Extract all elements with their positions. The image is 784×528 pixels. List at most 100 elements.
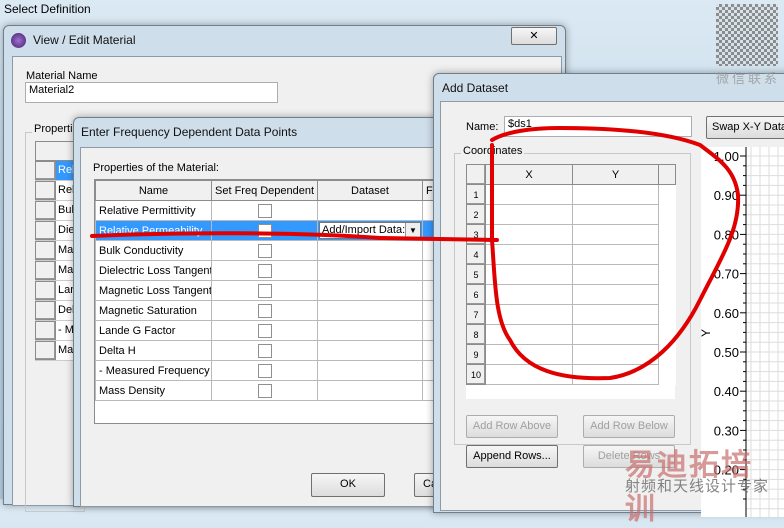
- freq-table-row[interactable]: Bulk Conductivity: [95, 240, 443, 261]
- set-freq-checkbox[interactable]: [257, 243, 272, 258]
- coordinate-row[interactable]: 6: [466, 284, 676, 305]
- y-cell[interactable]: [572, 344, 659, 365]
- set-freq-checkbox[interactable]: [257, 383, 272, 398]
- freq-table-row[interactable]: Mass Density: [95, 380, 443, 401]
- column-header-dataset[interactable]: Dataset: [317, 180, 423, 201]
- coordinate-row[interactable]: 3: [466, 224, 676, 245]
- dataset-dropdown[interactable]: Add/Import Data: ▼: [319, 222, 421, 239]
- coordinate-row[interactable]: 1: [466, 184, 676, 205]
- set-freq-checkbox[interactable]: [257, 203, 272, 218]
- coordinates-grid-frame: X Y 1 2 3 4 5 6 7 8 9 10: [466, 164, 676, 399]
- coordinate-row[interactable]: 8: [466, 324, 676, 345]
- y-cell[interactable]: [572, 204, 659, 225]
- freq-table-row[interactable]: Delta H: [95, 340, 443, 361]
- freq-dialog-panel: Properties of the Material: Name Set Fre…: [80, 147, 454, 507]
- append-rows-button[interactable]: Append Rows...: [466, 445, 558, 468]
- freq-table-row[interactable]: Relative Permittivity: [95, 200, 443, 221]
- dataset-cell: [317, 340, 423, 361]
- set-freq-checkbox[interactable]: ✔: [257, 223, 272, 238]
- y-tick-label: 0.60: [714, 306, 739, 321]
- row-header: [35, 261, 56, 280]
- y-cell[interactable]: [572, 184, 659, 205]
- x-cell[interactable]: [485, 224, 573, 245]
- coordinate-row[interactable]: 10: [466, 364, 676, 385]
- column-header-set-freq[interactable]: Set Freq Dependent: [211, 180, 318, 201]
- set-freq-cell: [211, 200, 318, 221]
- add-row-below-button[interactable]: Add Row Below: [583, 415, 675, 438]
- property-name: Magnetic Loss Tangent: [95, 280, 212, 301]
- y-cell[interactable]: [572, 364, 659, 385]
- y-tick-label: 1.00: [714, 149, 739, 164]
- coordinate-row[interactable]: 4: [466, 244, 676, 265]
- coordinate-row[interactable]: 7: [466, 304, 676, 325]
- y-cell[interactable]: [572, 284, 659, 305]
- x-cell[interactable]: [485, 344, 573, 365]
- freq-table-row[interactable]: Dielectric Loss Tangent: [95, 260, 443, 281]
- set-freq-checkbox[interactable]: [257, 323, 272, 338]
- column-header-extra: [658, 164, 676, 185]
- row-number: 4: [466, 244, 486, 265]
- ok-button[interactable]: OK: [311, 473, 385, 497]
- column-header-y[interactable]: Y: [572, 164, 659, 185]
- property-name: Dielectric Loss Tangent: [95, 260, 212, 281]
- freq-table-row[interactable]: Magnetic Saturation: [95, 300, 443, 321]
- swap-xy-button[interactable]: Swap X-Y Data: [706, 116, 784, 139]
- coordinate-row[interactable]: 5: [466, 264, 676, 285]
- x-cell[interactable]: [485, 264, 573, 285]
- properties-of-material-label: Properties of the Material:: [93, 162, 219, 174]
- set-freq-cell: [211, 380, 318, 401]
- empty-cell: [659, 285, 676, 305]
- row-stub-text: Rel: [58, 184, 75, 196]
- set-freq-checkbox[interactable]: [257, 343, 272, 358]
- x-cell[interactable]: [485, 304, 573, 325]
- freq-table-row[interactable]: Magnetic Loss Tangent: [95, 280, 443, 301]
- column-header-name[interactable]: Name: [95, 180, 212, 201]
- background-window-title: Select Definition: [4, 2, 91, 16]
- coordinate-row[interactable]: 9: [466, 344, 676, 365]
- x-cell[interactable]: [485, 204, 573, 225]
- y-cell[interactable]: [572, 304, 659, 325]
- y-cell[interactable]: [572, 324, 659, 345]
- coordinate-row[interactable]: 2: [466, 204, 676, 225]
- property-name: Relative Permittivity: [95, 200, 212, 221]
- freq-table-row[interactable]: - Measured Frequency: [95, 360, 443, 381]
- material-name-input[interactable]: Material2: [25, 82, 278, 103]
- freq-properties-table: Name Set Freq Dependent Dataset F Relati…: [95, 180, 443, 401]
- row-header: [35, 281, 56, 300]
- row-number: 10: [466, 364, 486, 385]
- row-header: [35, 181, 56, 200]
- row-number: 8: [466, 324, 486, 345]
- freq-table-row[interactable]: Lande G Factor: [95, 320, 443, 341]
- empty-cell: [659, 325, 676, 345]
- row-header: [35, 201, 56, 220]
- x-cell[interactable]: [485, 184, 573, 205]
- add-row-above-button[interactable]: Add Row Above: [466, 415, 558, 438]
- qr-code-watermark: [716, 4, 778, 66]
- empty-cell: [659, 265, 676, 285]
- x-cell[interactable]: [485, 364, 573, 385]
- y-cell[interactable]: [572, 264, 659, 285]
- dataset-cell: [317, 320, 423, 341]
- set-freq-checkbox[interactable]: [257, 283, 272, 298]
- freq-table-row[interactable]: Relative Permeability ✔ Add/Import Data:…: [95, 220, 443, 241]
- x-cell[interactable]: [485, 244, 573, 265]
- empty-cell: [659, 225, 676, 245]
- set-freq-checkbox[interactable]: [257, 363, 272, 378]
- y-cell[interactable]: [572, 244, 659, 265]
- close-button[interactable]: ✕: [511, 27, 557, 45]
- set-freq-checkbox[interactable]: [257, 263, 272, 278]
- dataset-name-input[interactable]: $ds1: [504, 116, 692, 137]
- dataset-cell: [317, 280, 423, 301]
- property-name: Mass Density: [95, 380, 212, 401]
- dataset-cell: [317, 360, 423, 381]
- dataset-name-label: Name:: [466, 121, 499, 133]
- set-freq-checkbox[interactable]: [257, 303, 272, 318]
- x-cell[interactable]: [485, 324, 573, 345]
- y-cell[interactable]: [572, 224, 659, 245]
- x-cell[interactable]: [485, 284, 573, 305]
- column-header-x[interactable]: X: [485, 164, 573, 185]
- empty-cell: [659, 345, 676, 365]
- empty-cell: [659, 245, 676, 265]
- y-axis-label: Y: [701, 329, 713, 337]
- row-header: [35, 341, 56, 360]
